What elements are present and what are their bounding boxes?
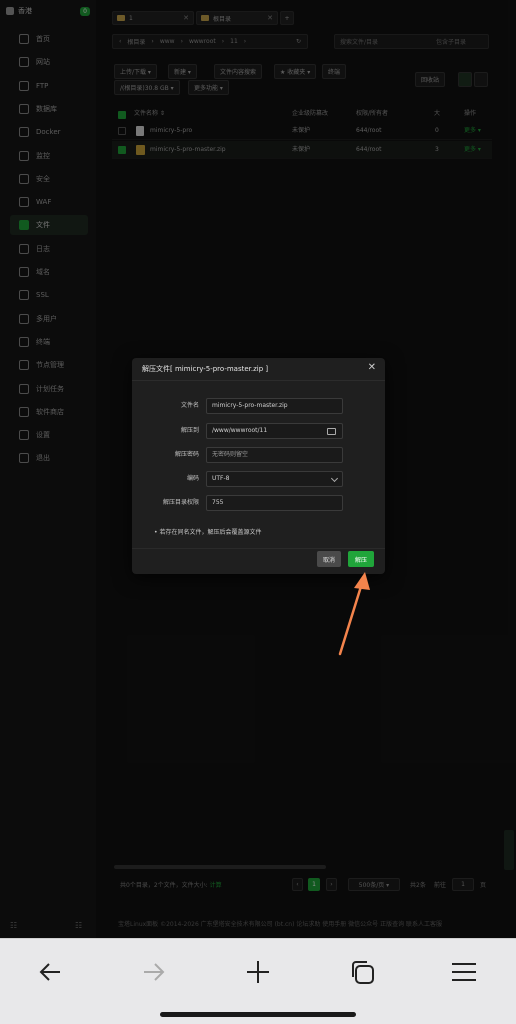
plus-icon[interactable] xyxy=(238,957,278,987)
permission-field[interactable]: 755 xyxy=(206,495,343,511)
divider xyxy=(132,548,385,549)
filename-label: 文件名 xyxy=(180,402,199,409)
app-root: 香港 0 首页 网站 FTP 数据库 Docker 监控 安全 WAF 文件 日志 域名 SSL 多用户… xyxy=(0,0,516,1024)
filename-field[interactable]: mimicry-5-pro-master.zip xyxy=(206,398,343,414)
forward-arrow-icon[interactable] xyxy=(134,957,174,987)
tabs-icon[interactable] xyxy=(342,957,382,987)
back-arrow-icon[interactable] xyxy=(30,957,70,987)
dialog-title: 解压文件[ mimicry-5-pro-master.zip ] xyxy=(142,365,269,373)
extract-dialog: 解压文件[ mimicry-5-pro-master.zip ] ✕ 文件名 m… xyxy=(132,358,385,574)
encoding-label: 编码 xyxy=(186,475,199,482)
folder-icon xyxy=(326,427,336,435)
encoding-value: UTF-8 xyxy=(212,475,230,482)
extract-path-field[interactable]: /www/wwwroot/11 xyxy=(206,423,321,439)
close-icon[interactable]: ✕ xyxy=(368,362,376,374)
extract-button[interactable]: 解压 xyxy=(348,551,374,567)
menu-icon[interactable] xyxy=(444,957,484,987)
password-field[interactable]: 无密码则留空 xyxy=(206,447,343,463)
password-label: 解压密码 xyxy=(174,451,199,458)
extract-to-label: 解压到 xyxy=(180,427,199,434)
browser-toolbar xyxy=(0,938,516,1024)
chevron-down-icon xyxy=(330,474,339,483)
annotation-arrow-icon xyxy=(338,572,370,656)
folder-picker-button[interactable] xyxy=(320,423,343,439)
permission-label: 解压目录权限 xyxy=(162,499,199,506)
overwrite-note: • 若存在同名文件，解压后会覆盖源文件 xyxy=(154,529,262,536)
cancel-button[interactable]: 取消 xyxy=(317,551,341,567)
encoding-select[interactable]: UTF-8 xyxy=(206,471,343,487)
divider xyxy=(132,380,385,381)
home-indicator xyxy=(160,1012,356,1017)
